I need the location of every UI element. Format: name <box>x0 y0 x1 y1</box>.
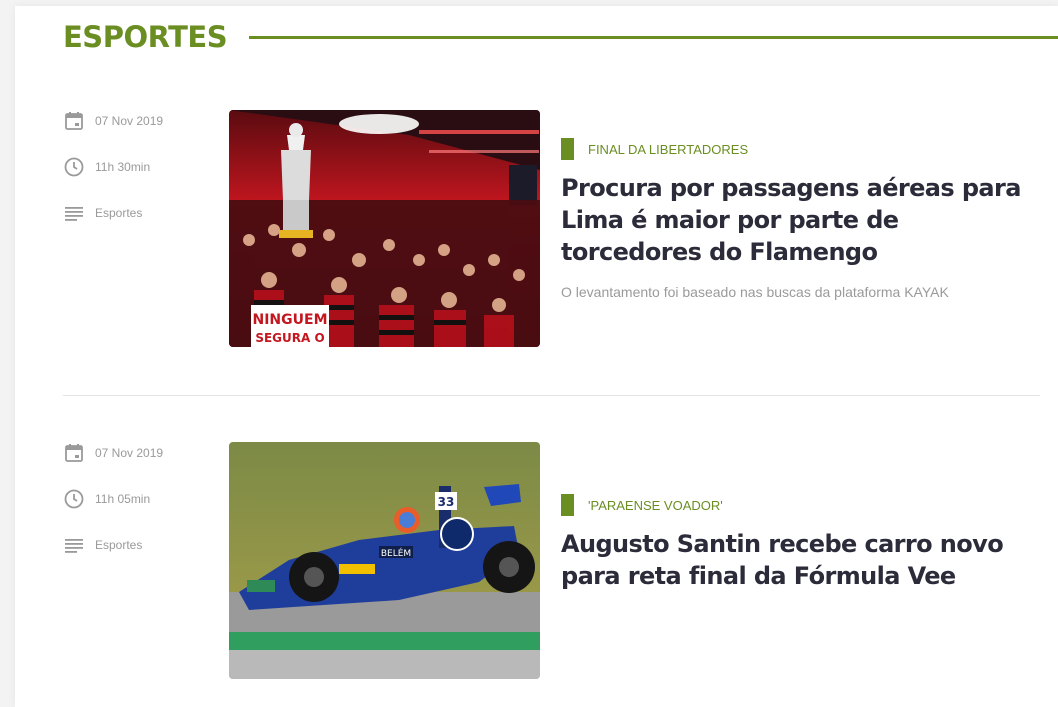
section-title: ESPORTES <box>63 20 228 54</box>
category-text: Esportes <box>95 538 143 552</box>
article-card: 07 Nov 2019 11h 30min Esportes NINGUEM S… <box>63 110 1040 350</box>
date-text: 07 Nov 2019 <box>95 114 164 128</box>
article-date: 07 Nov 2019 <box>63 110 213 132</box>
sponsor-text: BELÉM <box>381 547 411 559</box>
tag-marker <box>561 138 574 160</box>
sports-panel: ESPORTES 07 Nov 2019 11h 30min Esportes … <box>15 6 1058 707</box>
list-icon <box>63 202 85 224</box>
article-headline[interactable]: Augusto Santin recebe carro novo para re… <box>561 528 1041 592</box>
banner-text-2: SEGURA O <box>255 331 324 345</box>
clock-icon <box>63 488 85 510</box>
banner-text-1: NINGUEM <box>253 312 328 328</box>
time-text: 11h 30min <box>95 160 151 174</box>
article-tag[interactable]: FINAL DA LIBERTADORES <box>561 138 1041 160</box>
article-card: 07 Nov 2019 11h 05min Esportes 33 BELÉM … <box>63 442 1040 682</box>
article-image[interactable]: NINGUEM SEGURA O <box>229 110 540 347</box>
list-icon <box>63 534 85 556</box>
car-number: 33 <box>438 495 455 509</box>
date-text: 07 Nov 2019 <box>95 446 164 460</box>
article-divider <box>63 395 1040 396</box>
category-text: Esportes <box>95 206 143 220</box>
tag-text: FINAL DA LIBERTADORES <box>588 141 749 157</box>
clock-icon <box>63 156 85 178</box>
section-header: ESPORTES <box>63 20 1058 54</box>
article-content: 'PARAENSE VOADOR' Augusto Santin recebe … <box>561 494 1041 606</box>
article-time: 11h 05min <box>63 488 213 510</box>
article-headline[interactable]: Procura por passagens aéreas para Lima é… <box>561 172 1041 268</box>
article-category[interactable]: Esportes <box>63 202 213 224</box>
calendar-icon <box>63 110 85 132</box>
article-category[interactable]: Esportes <box>63 534 213 556</box>
tag-text: 'PARAENSE VOADOR' <box>588 497 723 513</box>
article-summary: O levantamento foi baseado nas buscas da… <box>561 284 949 300</box>
section-divider-line <box>249 35 1058 39</box>
article-time: 11h 30min <box>63 156 213 178</box>
article-meta: 07 Nov 2019 11h 30min Esportes <box>63 110 213 248</box>
time-text: 11h 05min <box>95 492 151 506</box>
article-image[interactable]: 33 BELÉM <box>229 442 540 679</box>
tag-marker <box>561 494 574 516</box>
article-date: 07 Nov 2019 <box>63 442 213 464</box>
article-content: FINAL DA LIBERTADORES Procura por passag… <box>561 138 1041 303</box>
article-tag[interactable]: 'PARAENSE VOADOR' <box>561 494 1041 516</box>
article-meta: 07 Nov 2019 11h 05min Esportes <box>63 442 213 580</box>
calendar-icon <box>63 442 85 464</box>
